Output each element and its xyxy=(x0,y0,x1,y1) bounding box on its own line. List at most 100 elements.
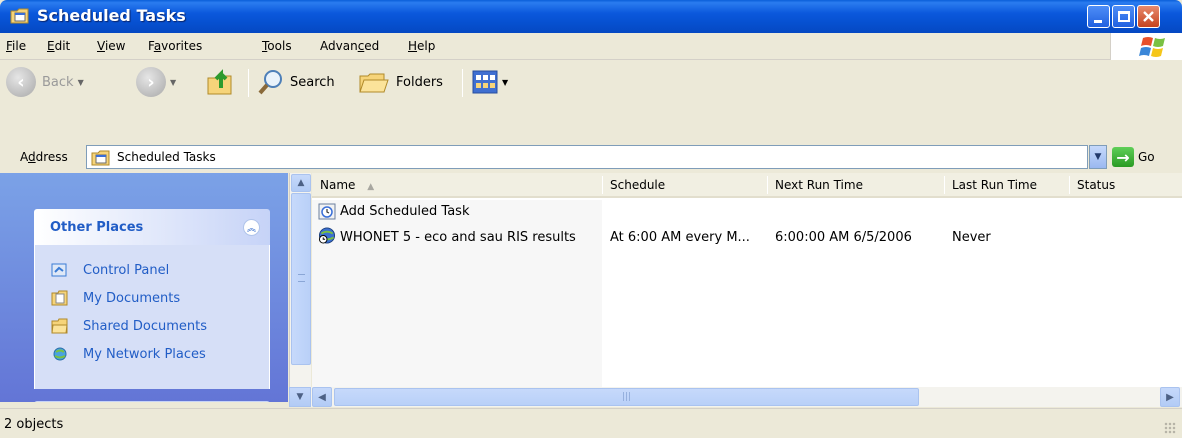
task-pane: Other Places ︽ Control Panel My Document… xyxy=(0,173,288,402)
scroll-thumb[interactable] xyxy=(291,193,311,365)
maximize-button[interactable] xyxy=(1112,5,1135,28)
forward-arrow-icon: › xyxy=(136,67,166,97)
windows-logo xyxy=(1110,33,1182,60)
folders-label: Folders xyxy=(396,74,443,90)
menu-file[interactable]: File xyxy=(6,39,26,53)
search-button[interactable]: Search xyxy=(256,68,335,96)
toolbar: ‹ Back ▼ › ▼ Search Folders ▼ xyxy=(0,60,1182,143)
address-label: Address xyxy=(20,150,68,164)
shared-documents-icon xyxy=(51,318,68,334)
sort-ascending-icon: ▲ xyxy=(367,182,375,192)
place-label: Shared Documents xyxy=(83,318,208,334)
back-button[interactable]: ‹ Back ▼ xyxy=(6,67,84,97)
task-list[interactable]: Name ▲ Schedule Next Run Time Last Run T… xyxy=(312,173,1182,387)
place-my-network-places[interactable]: My Network Places xyxy=(35,340,269,368)
menu-edit[interactable]: Edit xyxy=(47,39,70,53)
go-arrow-icon: → xyxy=(1112,147,1134,167)
menu-favorites[interactable]: Favorites xyxy=(148,39,202,53)
column-schedule[interactable]: Schedule xyxy=(610,178,665,192)
maximize-icon xyxy=(1118,11,1130,22)
task-next-run-time: 6:00:00 AM 6/5/2006 xyxy=(775,230,912,245)
back-label: Back xyxy=(42,74,74,90)
address-dropdown-button[interactable]: ▼ xyxy=(1089,145,1107,169)
views-icon xyxy=(472,70,498,94)
column-name[interactable]: Name ▲ xyxy=(320,178,374,192)
scheduled-task-icon xyxy=(318,227,336,244)
resize-grip-icon[interactable] xyxy=(1164,422,1176,434)
task-last-run-time: Never xyxy=(952,230,991,245)
place-label: My Network Places xyxy=(83,346,206,362)
scroll-left-button[interactable]: ◀ xyxy=(312,387,332,407)
close-button[interactable] xyxy=(1137,5,1160,28)
grip-icon xyxy=(298,274,305,282)
list-item[interactable]: WHONET 5 - eco and sau RIS results At 6:… xyxy=(312,227,1182,249)
chevron-down-icon: ▼ xyxy=(1094,152,1102,162)
chevron-down-icon: ▼ xyxy=(296,392,304,402)
chevron-left-icon: ◀ xyxy=(318,391,326,403)
task-name: WHONET 5 - eco and sau RIS results xyxy=(340,230,576,245)
panel-title: Other Places xyxy=(50,220,144,235)
place-label: Control Panel xyxy=(83,262,170,278)
go-button[interactable]: → Go xyxy=(1112,147,1155,167)
task-name: Add Scheduled Task xyxy=(340,204,470,219)
back-arrow-icon: ‹ xyxy=(6,67,36,97)
control-panel-icon xyxy=(51,263,67,277)
scroll-down-button[interactable]: ▼ xyxy=(289,387,311,407)
horizontal-scrollbar[interactable]: ▼ ◀ ||| ▶ xyxy=(289,387,1182,407)
grip-icon: ||| xyxy=(621,392,632,402)
column-last-run-time[interactable]: Last Run Time xyxy=(952,178,1037,192)
go-label: Go xyxy=(1138,150,1155,164)
collapse-chevron-icon[interactable]: ︽ xyxy=(243,219,260,236)
other-places-list: Control Panel My Documents Shared Docume… xyxy=(34,245,270,389)
place-label: My Documents xyxy=(83,290,181,306)
folders-icon xyxy=(359,73,389,93)
list-item[interactable]: Add Scheduled Task xyxy=(312,201,1182,223)
window-title: Scheduled Tasks xyxy=(37,6,186,25)
views-button[interactable]: ▼ xyxy=(472,70,508,94)
menu-tools[interactable]: Tools xyxy=(262,39,292,53)
chevron-up-icon: ▲ xyxy=(297,178,305,188)
folders-button[interactable]: Folders xyxy=(358,68,443,96)
search-label: Search xyxy=(290,74,335,90)
place-control-panel[interactable]: Control Panel xyxy=(35,256,269,284)
scroll-right-button[interactable]: ▶ xyxy=(1160,387,1180,407)
horizontal-scroll-thumb[interactable]: ||| xyxy=(334,388,919,406)
address-value: Scheduled Tasks xyxy=(117,150,216,164)
close-icon xyxy=(1143,11,1154,22)
menu-help[interactable]: Help xyxy=(408,39,435,53)
chevron-right-icon: ▶ xyxy=(1166,391,1174,403)
scroll-up-button[interactable]: ▲ xyxy=(291,174,311,192)
column-next-run-time[interactable]: Next Run Time xyxy=(775,178,863,192)
task-schedule: At 6:00 AM every M... xyxy=(610,230,750,245)
my-documents-icon xyxy=(51,290,68,306)
up-folder-icon xyxy=(207,69,232,95)
menu-bar: File Edit View Favorites Tools Advanced … xyxy=(0,33,1182,60)
place-my-documents[interactable]: My Documents xyxy=(35,284,269,312)
back-dropdown-icon: ▼ xyxy=(77,77,84,87)
scheduled-tasks-folder-icon xyxy=(10,8,29,24)
add-task-icon xyxy=(318,203,336,220)
forward-dropdown-icon: ▼ xyxy=(170,77,177,87)
column-headers: Name ▲ Schedule Next Run Time Last Run T… xyxy=(312,173,1182,198)
other-places-header[interactable]: Other Places ︽ xyxy=(34,209,270,245)
scheduled-tasks-folder-icon xyxy=(91,150,110,166)
column-status[interactable]: Status xyxy=(1077,178,1115,192)
minimize-icon xyxy=(1094,20,1102,23)
views-dropdown-icon: ▼ xyxy=(502,77,509,87)
place-shared-documents[interactable]: Shared Documents xyxy=(35,312,269,340)
menu-advanced[interactable]: Advanced xyxy=(320,39,379,53)
other-places-panel: Other Places ︽ Control Panel My Document… xyxy=(34,209,270,389)
address-input[interactable]: Scheduled Tasks xyxy=(86,145,1088,169)
windows-flag-icon xyxy=(1139,37,1165,57)
task-pane-scrollbar[interactable]: ▲ xyxy=(289,173,311,387)
forward-button[interactable]: › ▼ xyxy=(136,67,176,97)
status-text: 2 objects xyxy=(4,417,64,432)
minimize-button[interactable] xyxy=(1087,5,1110,28)
title-bar[interactable]: Scheduled Tasks xyxy=(0,0,1182,33)
menu-view[interactable]: View xyxy=(97,39,125,53)
status-bar: 2 objects xyxy=(0,408,1182,438)
up-folder-button[interactable] xyxy=(205,66,237,98)
search-icon xyxy=(258,70,282,95)
details-panel-header[interactable] xyxy=(34,401,270,402)
network-places-icon xyxy=(53,347,67,361)
